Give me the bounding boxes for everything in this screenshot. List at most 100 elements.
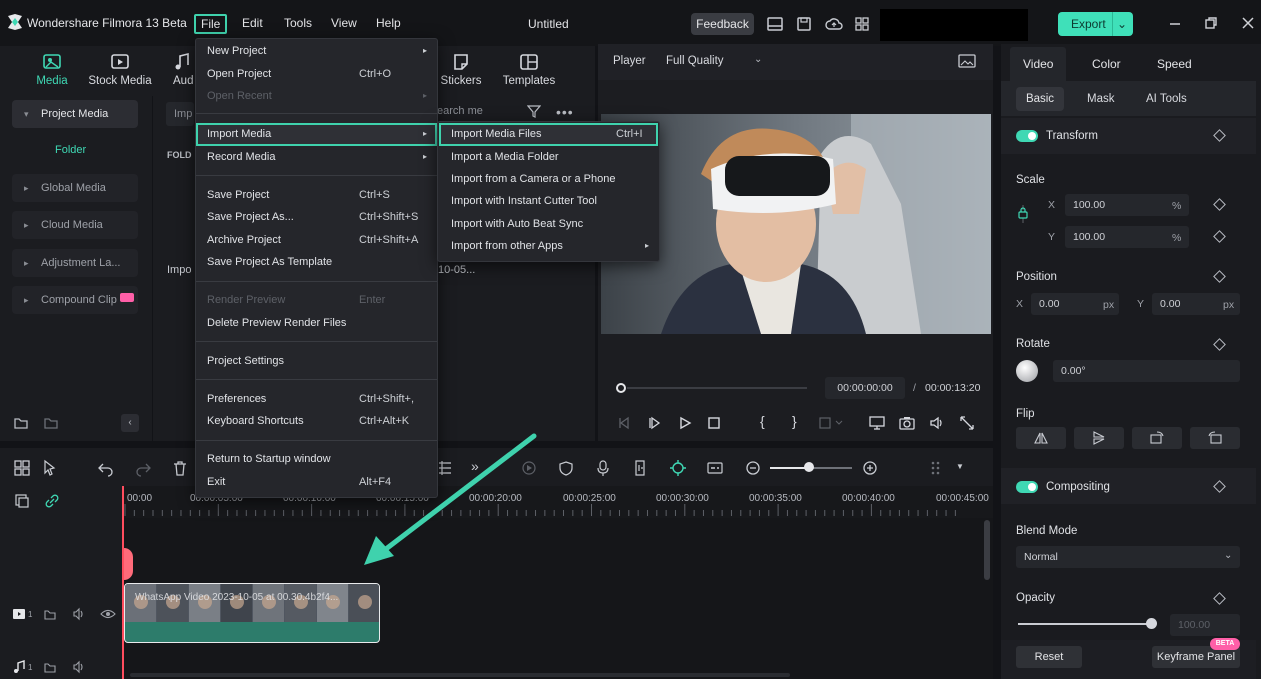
- menu-view[interactable]: View: [326, 14, 362, 34]
- render-icon[interactable]: [521, 460, 537, 476]
- menu-item-save-project[interactable]: Save Project: [207, 187, 269, 203]
- eye-icon[interactable]: [100, 607, 116, 621]
- tab-stock-media[interactable]: Stock Media: [85, 52, 155, 87]
- scrubber-handle[interactable]: [616, 383, 626, 393]
- menu-edit[interactable]: Edit: [237, 14, 268, 34]
- collapse-panel-icon[interactable]: ‹: [121, 414, 139, 432]
- zoom-out-icon[interactable]: [745, 460, 761, 476]
- menu-item-save-as-template[interactable]: Save Project As Template: [207, 254, 332, 270]
- more-tools-icon[interactable]: »: [471, 458, 479, 474]
- tab-audio[interactable]: Aud: [166, 52, 196, 87]
- tab-speed[interactable]: Speed: [1157, 57, 1192, 71]
- playhead-line[interactable]: [122, 486, 124, 679]
- zoom-slider-handle[interactable]: [804, 462, 814, 472]
- play-icon[interactable]: [678, 416, 692, 430]
- opacity-slider-handle[interactable]: [1146, 618, 1157, 629]
- save-icon[interactable]: [795, 15, 813, 33]
- menu-item-archive-project[interactable]: Archive Project: [207, 232, 281, 248]
- menu-help[interactable]: Help: [371, 14, 406, 34]
- menu-item-render-preview[interactable]: Render Preview: [207, 292, 285, 308]
- submenu-item-instant-cutter[interactable]: Import with Instant Cutter Tool: [451, 193, 597, 209]
- close-icon[interactable]: [1240, 15, 1256, 31]
- submenu-item-auto-beat-sync[interactable]: Import with Auto Beat Sync: [451, 216, 583, 232]
- submenu-item-import-media-files[interactable]: Import Media Files: [451, 126, 541, 142]
- sidebar-item-folder[interactable]: Folder: [55, 144, 86, 156]
- playhead-marker[interactable]: [124, 548, 133, 580]
- menu-item-exit[interactable]: Exit: [207, 474, 225, 490]
- volume-icon[interactable]: [929, 415, 945, 431]
- submenu-item-import-folder[interactable]: Import a Media Folder: [451, 149, 559, 165]
- submenu-item-other-apps[interactable]: Import from other Apps: [451, 238, 563, 254]
- submenu-item-import-camera-phone[interactable]: Import from a Camera or a Phone: [451, 171, 615, 187]
- fullscreen-icon[interactable]: [959, 415, 975, 431]
- redo-icon[interactable]: [134, 459, 152, 477]
- menu-tools[interactable]: Tools: [279, 14, 317, 34]
- mute-audio-icon[interactable]: [72, 607, 86, 621]
- grid-dots-icon[interactable]: [929, 459, 945, 477]
- mark-in-icon[interactable]: {: [760, 413, 765, 429]
- subtab-mask[interactable]: Mask: [1087, 93, 1114, 105]
- tab-media[interactable]: Media: [17, 52, 87, 87]
- subtab-ai-tools[interactable]: AI Tools: [1146, 93, 1187, 105]
- rotate-input[interactable]: 0.00°: [1053, 360, 1240, 382]
- filter-icon[interactable]: [527, 104, 541, 118]
- current-time[interactable]: 00:00:00:00: [825, 377, 905, 399]
- menu-item-save-project-as[interactable]: Save Project As...: [207, 209, 294, 225]
- reset-button[interactable]: Reset: [1016, 646, 1082, 668]
- ai-auto-icon[interactable]: [669, 459, 687, 477]
- menu-item-open-recent[interactable]: Open Recent: [207, 88, 272, 104]
- insert-options-icon[interactable]: [819, 416, 845, 430]
- feedback-button[interactable]: Feedback: [691, 13, 754, 35]
- mark-out-icon[interactable]: }: [792, 413, 797, 429]
- folder-lock-icon[interactable]: [43, 607, 57, 621]
- sidebar-item-compound-clip[interactable]: Compound Clip: [12, 286, 138, 314]
- lock-aspect-icon[interactable]: [1017, 203, 1029, 225]
- transform-toggle[interactable]: [1016, 130, 1038, 142]
- camera-icon[interactable]: [899, 415, 915, 431]
- menu-item-preferences[interactable]: Preferences: [207, 391, 266, 407]
- rotate-left-button[interactable]: [1190, 427, 1240, 449]
- more-options-icon[interactable]: •••: [556, 104, 574, 120]
- menu-item-import-media[interactable]: Import Media: [207, 126, 271, 142]
- menu-item-open-project[interactable]: Open Project: [207, 66, 271, 82]
- sidebar-item-global-media[interactable]: Global Media: [12, 174, 138, 202]
- chevron-down-icon[interactable]: ⌄: [1224, 550, 1232, 561]
- stop-icon[interactable]: [707, 416, 721, 430]
- select-tool-icon[interactable]: [42, 459, 60, 477]
- chevron-down-icon[interactable]: ⌄: [1111, 12, 1127, 36]
- new-folder-icon[interactable]: [13, 415, 29, 431]
- apps-grid-icon[interactable]: [853, 15, 871, 33]
- add-track-icon[interactable]: [14, 493, 30, 509]
- layout-icon[interactable]: [766, 15, 784, 33]
- restore-icon[interactable]: [1203, 15, 1219, 31]
- subtab-basic[interactable]: Basic: [1016, 87, 1064, 111]
- menu-item-keyboard-shortcuts[interactable]: Keyboard Shortcuts: [207, 413, 304, 429]
- audio-stretch-icon[interactable]: [437, 459, 453, 477]
- quality-select[interactable]: Full Quality: [666, 55, 724, 67]
- caret-down-icon[interactable]: ▼: [956, 462, 964, 471]
- menu-item-record-media[interactable]: Record Media: [207, 149, 275, 165]
- scale-x-input[interactable]: 100.00: [1065, 194, 1189, 216]
- microphone-icon[interactable]: [595, 459, 611, 477]
- cloud-upload-icon[interactable]: [825, 15, 843, 33]
- mute-audio-icon[interactable]: [72, 660, 86, 674]
- flip-vertical-button[interactable]: [1074, 427, 1124, 449]
- import-button[interactable]: Imp: [166, 102, 194, 126]
- menu-item-return-startup[interactable]: Return to Startup window: [207, 451, 331, 467]
- tab-video[interactable]: Video: [1023, 57, 1053, 71]
- chevron-down-icon[interactable]: ⌄: [754, 54, 762, 65]
- minimize-icon[interactable]: [1167, 15, 1183, 31]
- video-clip[interactable]: WhatsApp Video 2023-10-05 at 00.30.4b2f4…: [124, 583, 380, 643]
- progress-track[interactable]: [627, 387, 807, 389]
- layout-grid-icon[interactable]: [13, 459, 31, 477]
- folder-icon[interactable]: [43, 415, 59, 431]
- sidebar-item-project-media[interactable]: Project Media: [12, 100, 138, 128]
- voiceover-icon[interactable]: [632, 459, 648, 477]
- tab-color[interactable]: Color: [1092, 57, 1121, 71]
- display-icon[interactable]: [869, 415, 885, 431]
- search-input[interactable]: earch me: [437, 105, 483, 117]
- zoom-in-icon[interactable]: [862, 460, 878, 476]
- menu-item-delete-preview-render[interactable]: Delete Preview Render Files: [207, 315, 346, 331]
- folder-lock-icon[interactable]: [43, 660, 57, 674]
- opacity-input[interactable]: 100.00: [1170, 614, 1240, 636]
